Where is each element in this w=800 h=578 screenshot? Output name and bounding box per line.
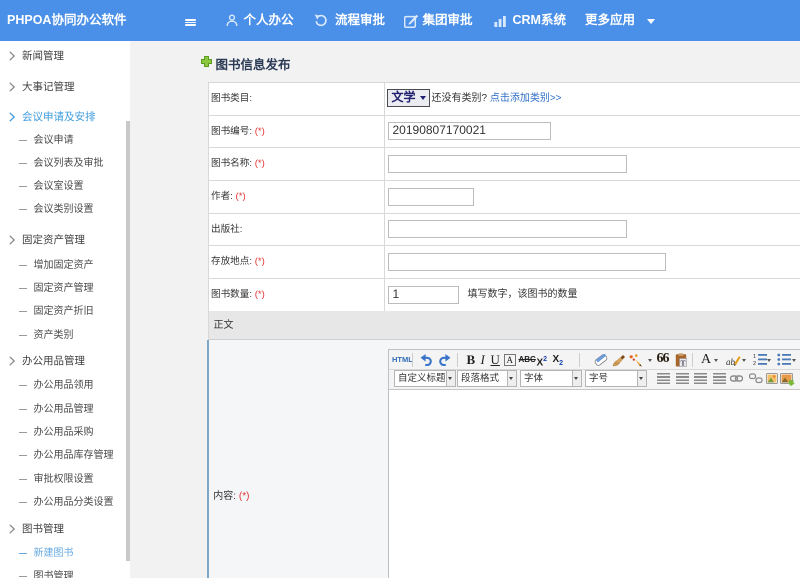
svg-text:1: 1 <box>753 354 756 360</box>
svg-text:T: T <box>680 358 685 367</box>
svg-text:2: 2 <box>753 361 756 366</box>
